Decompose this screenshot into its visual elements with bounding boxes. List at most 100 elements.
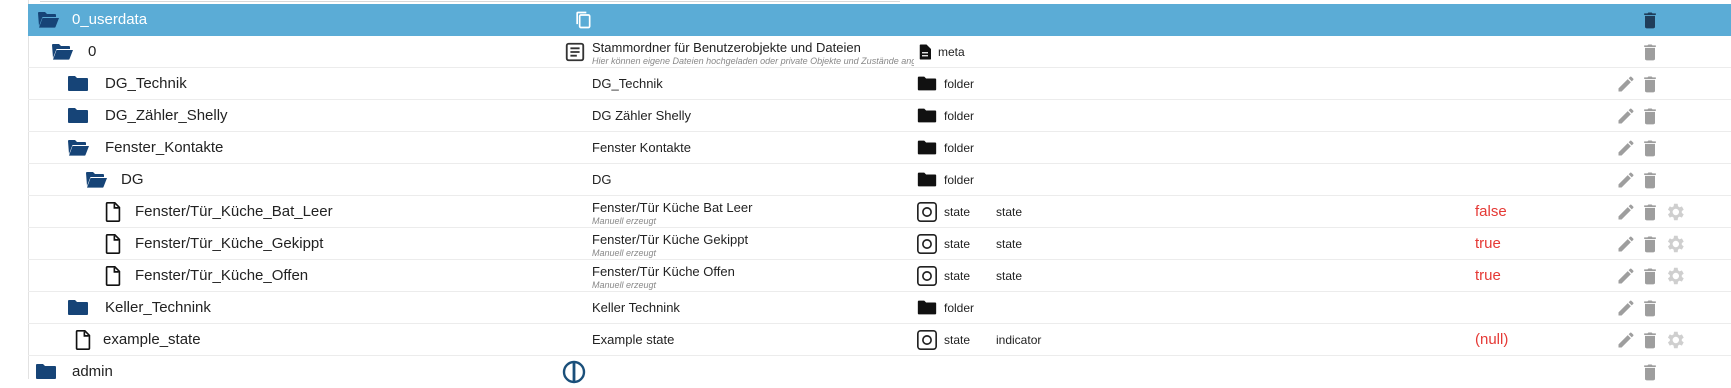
tree-row-dg[interactable]: DG DG folder: [28, 164, 1731, 196]
trash-icon[interactable]: [1640, 196, 1660, 228]
folder-open-icon[interactable]: [84, 164, 108, 196]
trash-icon[interactable]: [1640, 260, 1660, 292]
iobroker-admin-icon: [562, 356, 586, 388]
tree-row-dg-zaehler-shelly[interactable]: DG_Zähler_Shelly DG Zähler Shelly folder: [28, 100, 1731, 132]
state-icon: [916, 228, 938, 260]
description-text: Fenster/Tür Küche Gekippt: [592, 232, 749, 247]
row-type: folder: [944, 173, 975, 187]
folder-open-icon[interactable]: [50, 36, 74, 68]
pencil-icon[interactable]: [1616, 164, 1636, 196]
state-icon: [916, 260, 938, 292]
folder-icon[interactable]: [34, 356, 58, 388]
pencil-icon[interactable]: [1616, 100, 1636, 132]
trash-icon[interactable]: [1640, 100, 1660, 132]
pencil-icon[interactable]: [1616, 292, 1636, 324]
tree-row-state-offen[interactable]: Fenster/Tür_Küche_Offen Fenster/Tür Küch…: [28, 260, 1731, 292]
row-description: DG Zähler Shelly: [592, 108, 691, 123]
row-type: folder: [944, 141, 975, 155]
row-name: Keller_Technink: [105, 299, 211, 316]
row-name: DG_Zähler_Shelly: [105, 107, 228, 124]
row-name: Fenster/Tür_Küche_Offen: [135, 267, 309, 284]
row-type: folder: [944, 301, 975, 315]
row-name: admin: [72, 363, 113, 380]
folder-type-icon: [916, 292, 938, 324]
tree-row-state-gekippt[interactable]: Fenster/Tür_Küche_Gekippt Fenster/Tür Kü…: [28, 228, 1731, 260]
row-description: Keller Technink: [592, 300, 680, 315]
tree-row-0[interactable]: 0 Stammordner für Benutzerobjekte und Da…: [28, 36, 1731, 68]
pencil-icon[interactable]: [1616, 260, 1636, 292]
folder-type-icon: [916, 68, 938, 100]
folder-type-icon: [916, 164, 938, 196]
folder-icon[interactable]: [66, 292, 90, 324]
gear-icon[interactable]: [1664, 228, 1686, 260]
pencil-icon[interactable]: [1616, 228, 1636, 260]
description-note: Hier können eigene Dateien hochgeladen o…: [592, 56, 914, 66]
row-role: indicator: [996, 333, 1042, 347]
trash-icon[interactable]: [1640, 356, 1660, 388]
row-value[interactable]: true: [1475, 260, 1501, 292]
trash-icon[interactable]: [1640, 68, 1660, 100]
row-name: DG: [121, 171, 144, 188]
pencil-icon[interactable]: [1616, 196, 1636, 228]
row-type: meta: [938, 45, 965, 59]
row-value[interactable]: true: [1475, 228, 1501, 260]
copy-icon[interactable]: [573, 4, 593, 36]
row-type: state: [944, 205, 971, 219]
folder-open-icon[interactable]: [36, 4, 60, 36]
tree-row-keller-technink[interactable]: Keller_Technink Keller Technink folder: [28, 292, 1731, 324]
row-role: state: [996, 269, 1023, 283]
object-tree: 0_userdata 0 Stammordner für Benutzerobj…: [28, 4, 1731, 388]
row-role: state: [996, 205, 1023, 219]
meta-document-icon: [564, 36, 586, 68]
row-type: state: [944, 237, 971, 251]
trash-icon[interactable]: [1640, 164, 1660, 196]
tree-row-example-state[interactable]: example_state Example state state indica…: [28, 324, 1731, 356]
row-type: state: [944, 333, 971, 347]
row-description: Example state: [592, 332, 675, 347]
pencil-icon[interactable]: [1616, 132, 1636, 164]
gear-icon[interactable]: [1664, 196, 1686, 228]
tree-row-admin[interactable]: admin: [28, 356, 1731, 388]
gear-icon[interactable]: [1664, 324, 1686, 356]
row-name: Fenster/Tür_Küche_Gekippt: [135, 235, 324, 252]
folder-type-icon: [916, 100, 938, 132]
trash-icon[interactable]: [1640, 4, 1660, 36]
description-text: Stammordner für Benutzerobjekte und Date…: [592, 40, 861, 55]
gear-icon[interactable]: [1664, 260, 1686, 292]
row-description: DG: [592, 172, 612, 187]
state-icon: [916, 324, 938, 356]
row-type: folder: [944, 109, 975, 123]
row-role: state: [996, 237, 1023, 251]
tree-row-fenster-kontakte[interactable]: Fenster_Kontakte Fenster Kontakte folder: [28, 132, 1731, 164]
tree-row-state-bat-leer[interactable]: Fenster/Tür_Küche_Bat_Leer Fenster/Tür K…: [28, 196, 1731, 228]
tree-row-0-userdata[interactable]: 0_userdata: [28, 4, 1731, 36]
trash-icon[interactable]: [1640, 292, 1660, 324]
row-name: DG_Technik: [105, 75, 187, 92]
trash-icon[interactable]: [1640, 228, 1660, 260]
file-icon: [102, 260, 124, 292]
meta-type-icon: [916, 36, 934, 68]
trash-icon[interactable]: [1640, 132, 1660, 164]
row-name: example_state: [103, 331, 201, 348]
file-icon: [72, 324, 94, 356]
row-description: Fenster Kontakte: [592, 140, 691, 155]
row-name: Fenster/Tür_Küche_Bat_Leer: [135, 203, 333, 220]
description-text: Fenster/Tür Küche Offen: [592, 264, 735, 279]
folder-icon[interactable]: [66, 68, 90, 100]
row-value[interactable]: false: [1475, 196, 1507, 228]
row-type: folder: [944, 77, 975, 91]
row-description: DG_Technik: [592, 76, 663, 91]
description-note: Manuell erzeugt: [592, 216, 657, 226]
folder-icon[interactable]: [66, 100, 90, 132]
row-type: state: [944, 269, 971, 283]
folder-open-icon[interactable]: [66, 132, 90, 164]
row-name: 0: [88, 43, 97, 60]
trash-icon[interactable]: [1640, 324, 1660, 356]
tree-row-dg-technik[interactable]: DG_Technik DG_Technik folder: [28, 68, 1731, 100]
file-icon: [102, 228, 124, 260]
trash-icon[interactable]: [1640, 36, 1660, 68]
pencil-icon[interactable]: [1616, 68, 1636, 100]
pencil-icon[interactable]: [1616, 324, 1636, 356]
row-value[interactable]: (null): [1475, 324, 1508, 356]
description-note: Manuell erzeugt: [592, 248, 657, 258]
